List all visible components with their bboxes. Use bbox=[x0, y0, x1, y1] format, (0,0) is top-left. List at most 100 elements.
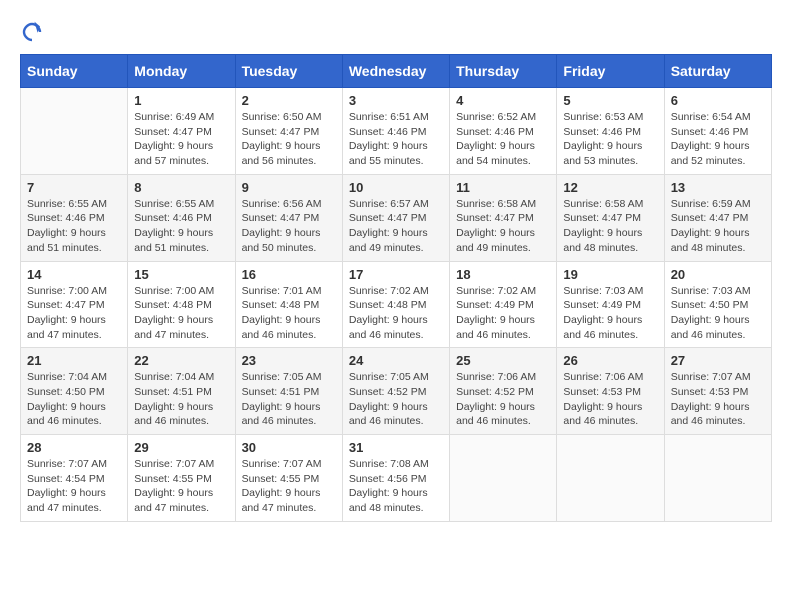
day-info: Sunrise: 6:58 AM Sunset: 4:47 PM Dayligh… bbox=[563, 197, 657, 256]
calendar-cell: 1 Sunrise: 6:49 AM Sunset: 4:47 PM Daylig… bbox=[128, 88, 235, 175]
day-info: Sunrise: 6:57 AM Sunset: 4:47 PM Dayligh… bbox=[349, 197, 443, 256]
day-number: 17 bbox=[349, 267, 443, 282]
day-info: Sunrise: 7:05 AM Sunset: 4:51 PM Dayligh… bbox=[242, 370, 336, 429]
day-of-week-header: Wednesday bbox=[342, 55, 449, 88]
day-number: 5 bbox=[563, 93, 657, 108]
day-number: 2 bbox=[242, 93, 336, 108]
day-number: 18 bbox=[456, 267, 550, 282]
day-number: 25 bbox=[456, 353, 550, 368]
calendar-cell: 28Sunrise: 7:07 AM Sunset: 4:54 PM Dayli… bbox=[21, 435, 128, 522]
day-number: 14 bbox=[27, 267, 121, 282]
calendar-header-row: SundayMondayTuesdayWednesdayThursdayFrid… bbox=[21, 55, 772, 88]
day-info: Sunrise: 6:55 AM Sunset: 4:46 PM Dayligh… bbox=[134, 197, 228, 256]
calendar-cell: 15 Sunrise: 7:00 AM Sunset: 4:48 PM Dayli… bbox=[128, 261, 235, 348]
calendar-week-row: 21 Sunrise: 7:04 AM Sunset: 4:50 PM Dayli… bbox=[21, 348, 772, 435]
day-info: Sunrise: 6:50 AM Sunset: 4:47 PM Dayligh… bbox=[242, 110, 336, 169]
day-number: 29 bbox=[134, 440, 228, 455]
day-info: Sunrise: 7:06 AM Sunset: 4:53 PM Dayligh… bbox=[563, 370, 657, 429]
calendar-cell: 14 Sunrise: 7:00 AM Sunset: 4:47 PM Dayli… bbox=[21, 261, 128, 348]
day-number: 22 bbox=[134, 353, 228, 368]
day-number: 20 bbox=[671, 267, 765, 282]
calendar-cell: 10 Sunrise: 6:57 AM Sunset: 4:47 PM Dayli… bbox=[342, 174, 449, 261]
day-number: 31 bbox=[349, 440, 443, 455]
day-info: Sunrise: 6:49 AM Sunset: 4:47 PM Dayligh… bbox=[134, 110, 228, 169]
day-of-week-header: Friday bbox=[557, 55, 664, 88]
day-info: Sunrise: 7:07 AM Sunset: 4:55 PM Dayligh… bbox=[134, 457, 228, 516]
day-info: Sunrise: 7:04 AM Sunset: 4:51 PM Dayligh… bbox=[134, 370, 228, 429]
day-number: 3 bbox=[349, 93, 443, 108]
calendar-cell: 23 Sunrise: 7:05 AM Sunset: 4:51 PM Dayli… bbox=[235, 348, 342, 435]
day-number: 12 bbox=[563, 180, 657, 195]
calendar-cell: 3 Sunrise: 6:51 AM Sunset: 4:46 PM Daylig… bbox=[342, 88, 449, 175]
calendar-cell: 13 Sunrise: 6:59 AM Sunset: 4:47 PM Dayli… bbox=[664, 174, 771, 261]
day-number: 15 bbox=[134, 267, 228, 282]
day-info: Sunrise: 6:54 AM Sunset: 4:46 PM Dayligh… bbox=[671, 110, 765, 169]
calendar-cell: 21 Sunrise: 7:04 AM Sunset: 4:50 PM Dayli… bbox=[21, 348, 128, 435]
day-info: Sunrise: 6:53 AM Sunset: 4:46 PM Dayligh… bbox=[563, 110, 657, 169]
calendar-week-row: 1 Sunrise: 6:49 AM Sunset: 4:47 PM Daylig… bbox=[21, 88, 772, 175]
day-info: Sunrise: 6:51 AM Sunset: 4:46 PM Dayligh… bbox=[349, 110, 443, 169]
calendar-week-row: 14 Sunrise: 7:00 AM Sunset: 4:47 PM Dayli… bbox=[21, 261, 772, 348]
calendar: SundayMondayTuesdayWednesdayThursdayFrid… bbox=[20, 54, 772, 522]
day-of-week-header: Monday bbox=[128, 55, 235, 88]
day-info: Sunrise: 6:56 AM Sunset: 4:47 PM Dayligh… bbox=[242, 197, 336, 256]
day-info: Sunrise: 6:59 AM Sunset: 4:47 PM Dayligh… bbox=[671, 197, 765, 256]
calendar-cell bbox=[21, 88, 128, 175]
day-number: 4 bbox=[456, 93, 550, 108]
day-info: Sunrise: 7:00 AM Sunset: 4:48 PM Dayligh… bbox=[134, 284, 228, 343]
day-of-week-header: Sunday bbox=[21, 55, 128, 88]
day-info: Sunrise: 6:58 AM Sunset: 4:47 PM Dayligh… bbox=[456, 197, 550, 256]
day-number: 11 bbox=[456, 180, 550, 195]
day-info: Sunrise: 7:03 AM Sunset: 4:50 PM Dayligh… bbox=[671, 284, 765, 343]
day-number: 13 bbox=[671, 180, 765, 195]
day-number: 1 bbox=[134, 93, 228, 108]
day-info: Sunrise: 7:05 AM Sunset: 4:52 PM Dayligh… bbox=[349, 370, 443, 429]
calendar-cell: 11 Sunrise: 6:58 AM Sunset: 4:47 PM Dayli… bbox=[450, 174, 557, 261]
day-number: 23 bbox=[242, 353, 336, 368]
calendar-cell: 16Sunrise: 7:01 AM Sunset: 4:48 PM Dayli… bbox=[235, 261, 342, 348]
calendar-cell: 5 Sunrise: 6:53 AM Sunset: 4:46 PM Daylig… bbox=[557, 88, 664, 175]
day-number: 7 bbox=[27, 180, 121, 195]
calendar-cell: 30Sunrise: 7:07 AM Sunset: 4:55 PM Dayli… bbox=[235, 435, 342, 522]
day-info: Sunrise: 7:06 AM Sunset: 4:52 PM Dayligh… bbox=[456, 370, 550, 429]
calendar-cell: 24 Sunrise: 7:05 AM Sunset: 4:52 PM Dayli… bbox=[342, 348, 449, 435]
calendar-cell: 27 Sunrise: 7:07 AM Sunset: 4:53 PM Dayli… bbox=[664, 348, 771, 435]
day-info: Sunrise: 7:00 AM Sunset: 4:47 PM Dayligh… bbox=[27, 284, 121, 343]
logo[interactable] bbox=[20, 20, 48, 44]
day-info: Sunrise: 6:55 AM Sunset: 4:46 PM Dayligh… bbox=[27, 197, 121, 256]
day-number: 9 bbox=[242, 180, 336, 195]
day-number: 6 bbox=[671, 93, 765, 108]
day-of-week-header: Tuesday bbox=[235, 55, 342, 88]
calendar-cell: 17 Sunrise: 7:02 AM Sunset: 4:48 PM Dayli… bbox=[342, 261, 449, 348]
calendar-cell: 9 Sunrise: 6:56 AM Sunset: 4:47 PM Daylig… bbox=[235, 174, 342, 261]
day-number: 10 bbox=[349, 180, 443, 195]
calendar-cell: 8 Sunrise: 6:55 AM Sunset: 4:46 PM Daylig… bbox=[128, 174, 235, 261]
day-number: 16 bbox=[242, 267, 336, 282]
day-info: Sunrise: 7:02 AM Sunset: 4:48 PM Dayligh… bbox=[349, 284, 443, 343]
day-number: 8 bbox=[134, 180, 228, 195]
day-number: 24 bbox=[349, 353, 443, 368]
calendar-cell: 29 Sunrise: 7:07 AM Sunset: 4:55 PM Dayli… bbox=[128, 435, 235, 522]
day-number: 21 bbox=[27, 353, 121, 368]
day-info: Sunrise: 7:07 AM Sunset: 4:53 PM Dayligh… bbox=[671, 370, 765, 429]
day-info: Sunrise: 7:02 AM Sunset: 4:49 PM Dayligh… bbox=[456, 284, 550, 343]
calendar-week-row: 7 Sunrise: 6:55 AM Sunset: 4:46 PM Daylig… bbox=[21, 174, 772, 261]
calendar-cell bbox=[664, 435, 771, 522]
calendar-cell bbox=[557, 435, 664, 522]
calendar-cell: 25 Sunrise: 7:06 AM Sunset: 4:52 PM Dayli… bbox=[450, 348, 557, 435]
calendar-cell: 26 Sunrise: 7:06 AM Sunset: 4:53 PM Dayli… bbox=[557, 348, 664, 435]
day-number: 19 bbox=[563, 267, 657, 282]
calendar-cell: 19Sunrise: 7:03 AM Sunset: 4:49 PM Dayli… bbox=[557, 261, 664, 348]
day-info: Sunrise: 6:52 AM Sunset: 4:46 PM Dayligh… bbox=[456, 110, 550, 169]
day-number: 26 bbox=[563, 353, 657, 368]
calendar-cell: 4 Sunrise: 6:52 AM Sunset: 4:46 PM Daylig… bbox=[450, 88, 557, 175]
calendar-cell: 12 Sunrise: 6:58 AM Sunset: 4:47 PM Dayli… bbox=[557, 174, 664, 261]
calendar-week-row: 28Sunrise: 7:07 AM Sunset: 4:54 PM Dayli… bbox=[21, 435, 772, 522]
calendar-cell: 22 Sunrise: 7:04 AM Sunset: 4:51 PM Dayli… bbox=[128, 348, 235, 435]
day-number: 27 bbox=[671, 353, 765, 368]
day-info: Sunrise: 7:07 AM Sunset: 4:55 PM Dayligh… bbox=[242, 457, 336, 516]
day-info: Sunrise: 7:04 AM Sunset: 4:50 PM Dayligh… bbox=[27, 370, 121, 429]
calendar-cell: 6 Sunrise: 6:54 AM Sunset: 4:46 PM Daylig… bbox=[664, 88, 771, 175]
page-header bbox=[20, 20, 772, 44]
calendar-cell: 18 Sunrise: 7:02 AM Sunset: 4:49 PM Dayli… bbox=[450, 261, 557, 348]
